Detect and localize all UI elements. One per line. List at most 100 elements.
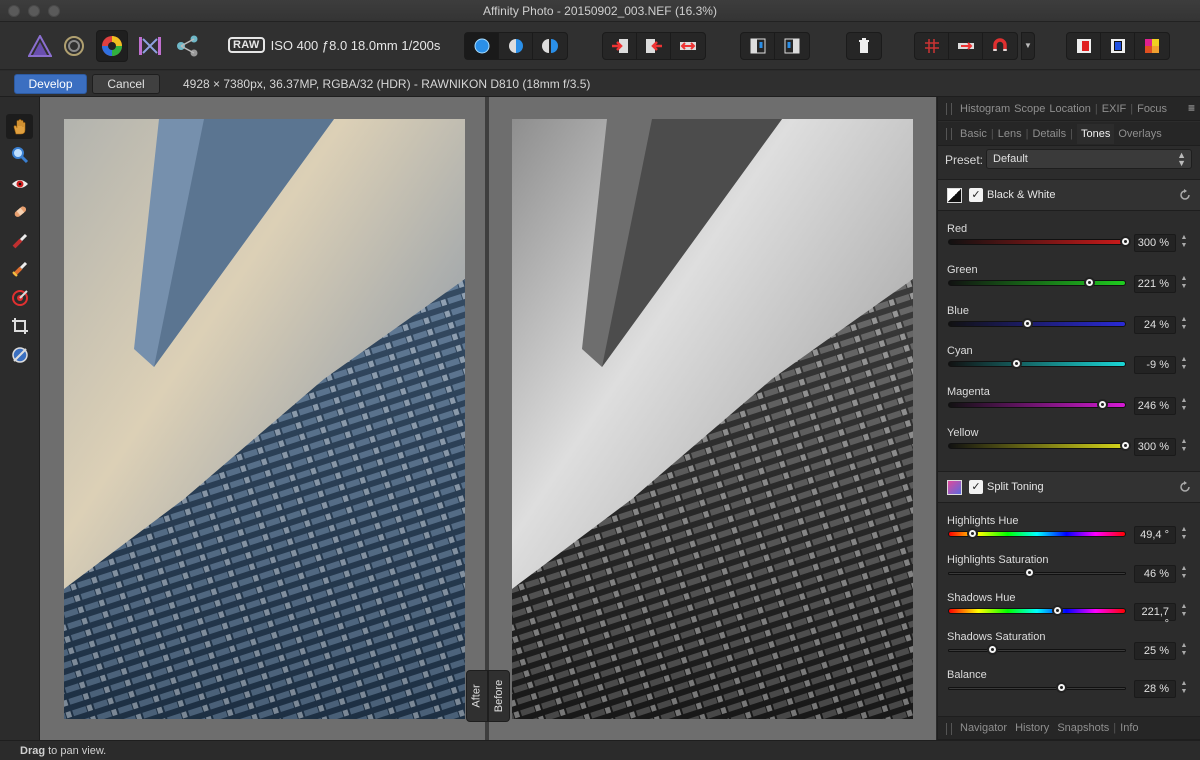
split-view-button[interactable] bbox=[499, 33, 533, 59]
before-photo[interactable] bbox=[512, 119, 913, 719]
balance-slider[interactable] bbox=[948, 687, 1126, 691]
red-eye-tool-button[interactable] bbox=[6, 171, 33, 196]
overlay-brush-tool-button[interactable] bbox=[6, 228, 33, 253]
single-view-button[interactable] bbox=[465, 33, 499, 59]
split-toning-section-header[interactable]: ✓ Split Toning bbox=[938, 471, 1200, 503]
tab-location[interactable]: Location bbox=[1049, 103, 1091, 115]
split-toning-checkbox[interactable]: ✓ bbox=[969, 480, 983, 494]
mirror-view-button[interactable] bbox=[533, 33, 567, 59]
red-slider[interactable] bbox=[948, 239, 1126, 245]
balance-value-field[interactable]: 28 % bbox=[1134, 680, 1176, 699]
green-slider[interactable] bbox=[948, 279, 1126, 286]
panel-grip-icon[interactable] bbox=[946, 723, 952, 735]
grid-button[interactable] bbox=[915, 33, 949, 59]
overlay-erase-tool-button[interactable] bbox=[6, 342, 33, 367]
black-white-section-header[interactable]: ✓ Black & White bbox=[938, 179, 1200, 211]
crop-tool-button[interactable] bbox=[6, 313, 33, 338]
shadows-hue-slider-handle[interactable] bbox=[1052, 605, 1064, 617]
magnet-button[interactable] bbox=[983, 33, 1017, 59]
tab-scope[interactable]: Scope bbox=[1014, 103, 1045, 115]
magenta-value-field[interactable]: 246 % bbox=[1134, 397, 1176, 416]
blue-channel-button[interactable] bbox=[1101, 33, 1135, 59]
white-balance-tool-button[interactable] bbox=[6, 285, 33, 310]
tab-navigator[interactable]: Navigator bbox=[960, 722, 1007, 734]
yellow-slider-handle[interactable] bbox=[1120, 440, 1131, 451]
tab-details[interactable]: Details bbox=[1032, 128, 1066, 140]
delete-button[interactable] bbox=[847, 33, 881, 59]
tab-info[interactable]: Info bbox=[1120, 722, 1138, 734]
blue-value-field[interactable]: 24 % bbox=[1134, 315, 1176, 334]
magenta-slider-handle[interactable] bbox=[1096, 399, 1108, 411]
cyan-stepper-icon[interactable]: ▲ ▼ bbox=[1179, 356, 1189, 374]
after-label-tab[interactable]: After bbox=[466, 670, 488, 722]
highlights-saturation-value-field[interactable]: 46 % bbox=[1134, 564, 1176, 583]
green-value-field[interactable]: 221 % bbox=[1134, 274, 1176, 293]
yellow-value-field[interactable]: 300 % bbox=[1134, 438, 1176, 456]
tab-snapshots[interactable]: Snapshots bbox=[1057, 722, 1109, 734]
tab-history[interactable]: History bbox=[1015, 722, 1049, 734]
overlay-gradient-tool-button[interactable] bbox=[6, 256, 33, 281]
zoom-tool-button[interactable] bbox=[6, 142, 33, 167]
canvas-area[interactable]: After Before bbox=[40, 97, 936, 740]
blue-slider-handle[interactable] bbox=[1022, 317, 1034, 329]
green-stepper-icon[interactable]: ▲ ▼ bbox=[1179, 275, 1189, 293]
tab-exif[interactable]: EXIF bbox=[1102, 103, 1126, 115]
cyan-value-field[interactable]: -9 % bbox=[1134, 356, 1176, 375]
swap-right-button[interactable] bbox=[775, 33, 809, 59]
black-white-checkbox[interactable]: ✓ bbox=[969, 188, 983, 202]
reset-icon[interactable] bbox=[1178, 480, 1192, 494]
tab-lens[interactable]: Lens bbox=[998, 128, 1022, 140]
blemish-tool-button[interactable] bbox=[6, 199, 33, 224]
red-stepper-icon[interactable]: ▲ ▼ bbox=[1179, 234, 1189, 252]
highlights-saturation-slider-handle[interactable] bbox=[1023, 566, 1035, 578]
after-photo[interactable] bbox=[64, 119, 465, 719]
shadows-saturation-stepper-icon[interactable]: ▲ ▼ bbox=[1179, 642, 1189, 660]
magenta-stepper-icon[interactable]: ▲ ▼ bbox=[1179, 397, 1189, 415]
liquify-persona-button[interactable] bbox=[58, 30, 90, 62]
before-label-tab[interactable]: Before bbox=[488, 670, 510, 722]
blue-stepper-icon[interactable]: ▲ ▼ bbox=[1179, 316, 1189, 334]
yellow-stepper-icon[interactable]: ▲ ▼ bbox=[1179, 438, 1189, 456]
tab-tones[interactable]: Tones bbox=[1076, 123, 1115, 144]
tone-mapping-persona-button[interactable] bbox=[134, 30, 166, 62]
shadows-hue-stepper-icon[interactable]: ▲ ▼ bbox=[1179, 603, 1189, 621]
tab-overlays[interactable]: Overlays bbox=[1118, 128, 1161, 140]
balance-slider-handle[interactable] bbox=[1055, 682, 1067, 694]
view-tool-button[interactable] bbox=[6, 114, 33, 139]
balance-stepper-icon[interactable]: ▲ ▼ bbox=[1179, 680, 1189, 698]
compare-button[interactable] bbox=[949, 33, 983, 59]
highlights-saturation-stepper-icon[interactable]: ▲ ▼ bbox=[1179, 565, 1189, 583]
yellow-slider[interactable] bbox=[948, 443, 1126, 449]
panel-grip-icon[interactable] bbox=[946, 103, 952, 115]
split-divider[interactable] bbox=[485, 97, 489, 740]
show-clipped-tones-button[interactable] bbox=[671, 33, 705, 59]
photo-persona-button[interactable] bbox=[24, 30, 56, 62]
panel-grip-icon[interactable] bbox=[946, 128, 952, 140]
blue-slider[interactable] bbox=[948, 320, 1126, 327]
tab-focus[interactable]: Focus bbox=[1137, 103, 1167, 115]
red-channel-button[interactable] bbox=[1067, 33, 1101, 59]
highlights-hue-stepper-icon[interactable]: ▲ ▼ bbox=[1179, 526, 1189, 544]
green-slider-handle[interactable] bbox=[1084, 276, 1096, 288]
shadows-saturation-slider[interactable] bbox=[948, 648, 1126, 652]
shadows-saturation-value-field[interactable]: 25 % bbox=[1134, 641, 1176, 660]
overlay-dropdown-button[interactable]: ▼ bbox=[1021, 32, 1035, 60]
color-channel-button[interactable] bbox=[1135, 33, 1169, 59]
develop-button[interactable]: Develop bbox=[14, 74, 87, 94]
highlights-hue-slider-handle[interactable] bbox=[966, 528, 978, 539]
cancel-button[interactable]: Cancel bbox=[92, 74, 160, 94]
shadows-saturation-slider-handle[interactable] bbox=[986, 643, 998, 655]
highlights-hue-value-field[interactable]: 49,4 ° bbox=[1134, 526, 1176, 544]
reset-icon[interactable] bbox=[1178, 188, 1192, 202]
export-persona-button[interactable] bbox=[172, 30, 204, 62]
develop-persona-button[interactable] bbox=[96, 30, 128, 62]
cyan-slider-handle[interactable] bbox=[1011, 358, 1023, 370]
panel-menu-icon[interactable]: ≡ bbox=[1188, 101, 1195, 115]
show-clipped-highlights-button[interactable] bbox=[603, 33, 637, 59]
highlights-saturation-slider[interactable] bbox=[948, 571, 1126, 575]
swap-left-button[interactable] bbox=[741, 33, 775, 59]
red-slider-handle[interactable] bbox=[1120, 236, 1131, 247]
show-clipped-shadows-button[interactable] bbox=[637, 33, 671, 59]
tab-basic[interactable]: Basic bbox=[960, 128, 987, 140]
preset-select[interactable]: Default ▲ ▼ bbox=[986, 149, 1192, 169]
